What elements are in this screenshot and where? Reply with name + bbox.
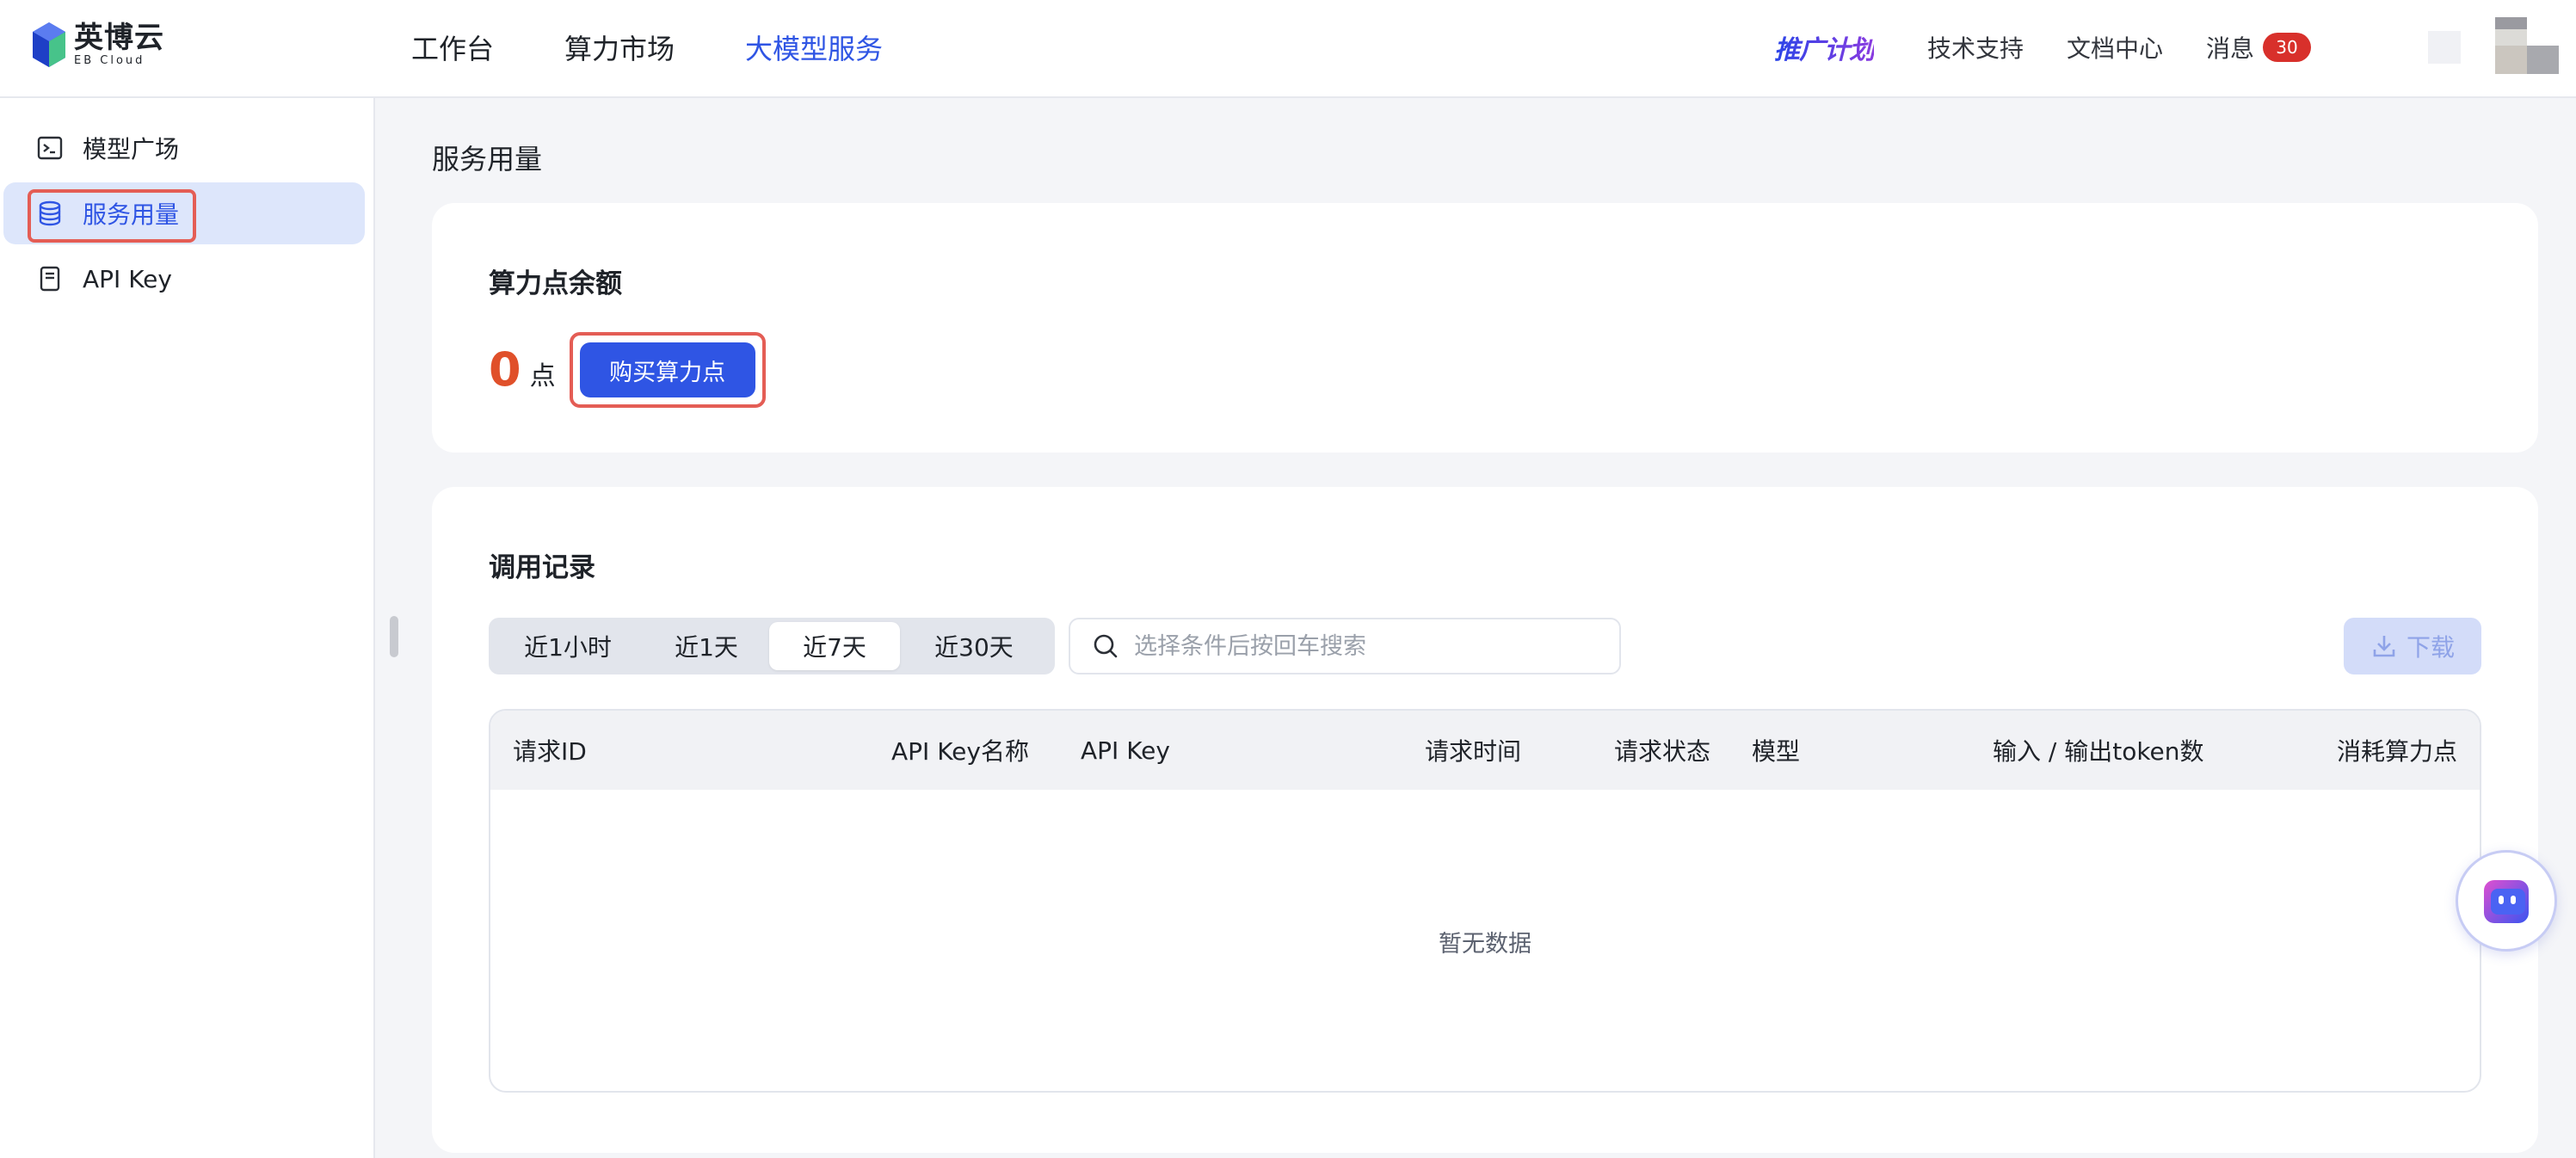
robot-icon (2484, 880, 2529, 923)
assistant-bot-button[interactable] (2456, 850, 2557, 952)
column-model: 模型 (1752, 737, 1801, 766)
placeholder-icon[interactable] (2428, 31, 2461, 64)
nav-llm-service[interactable]: 大模型服务 (745, 28, 883, 67)
support-link[interactable]: 技术支持 (1927, 30, 2024, 65)
balance-title: 算力点余额 (489, 268, 622, 299)
table-header: 请求ID API Key名称 API Key 请求时间 请求状态 模型 输入 /… (490, 711, 2480, 790)
database-icon (36, 200, 64, 227)
sidebar-item-label: 服务用量 (83, 200, 180, 229)
key-card-icon (36, 265, 64, 293)
records-title: 调用记录 (489, 552, 595, 583)
download-icon (2370, 632, 2398, 660)
sidebar-item-label: 模型广场 (83, 135, 180, 163)
column-api-key: API Key (1081, 736, 1170, 765)
download-label: 下载 (2406, 633, 2455, 662)
column-request-status: 请求状态 (1614, 737, 1711, 766)
page-title: 服务用量 (432, 143, 543, 176)
sidebar-item-model-square[interactable]: 模型广场 (0, 117, 365, 179)
sidebar: 模型广场 服务用量 API Key (0, 98, 375, 1158)
empty-state: 暂无数据 (1439, 930, 1531, 958)
buy-button-highlight: 购买算力点 (569, 332, 766, 408)
sidebar-item-service-usage[interactable]: 服务用量 (3, 182, 365, 244)
avatar[interactable] (2495, 17, 2559, 74)
balance-unit: 点 (529, 361, 556, 391)
balance-row: 0 点 购买算力点 (489, 332, 766, 408)
column-api-key-name: API Key名称 (891, 737, 1029, 766)
sidebar-resize-handle[interactable] (390, 616, 398, 657)
sidebar-item-label: API Key (83, 264, 172, 293)
buy-compute-button[interactable]: 购买算力点 (579, 342, 755, 397)
top-navbar: 英博云 EB Cloud 工作台 算力市场 大模型服务 推广计划 技术支持 文档… (0, 0, 2576, 98)
balance-card: 算力点余额 0 点 购买算力点 (432, 203, 2538, 453)
message-count-badge: 30 (2263, 33, 2311, 62)
top-right-links: 推广计划 技术支持 文档中心 消息 30 (1774, 0, 2576, 95)
nav-compute-market[interactable]: 算力市场 (564, 28, 675, 67)
brand-logo[interactable]: 英博云 EB Cloud (31, 21, 164, 69)
download-button[interactable]: 下载 (2344, 618, 2481, 674)
range-1-hour[interactable]: 近1小时 (492, 622, 644, 670)
promo-link[interactable]: 推广计划 (1774, 28, 1875, 66)
messages-link[interactable]: 消息 30 (2206, 30, 2311, 65)
column-request-time: 请求时间 (1425, 737, 1522, 766)
balance-value: 0 (489, 342, 521, 397)
range-30-days[interactable]: 近30天 (900, 622, 1048, 670)
brand-logo-icon (33, 22, 65, 67)
brand-name: 英博云 (74, 21, 164, 55)
range-7-days[interactable]: 近7天 (769, 622, 900, 670)
time-range-selector: 近1小时 近1天 近7天 近30天 (489, 618, 1055, 674)
docs-link[interactable]: 文档中心 (2067, 30, 2163, 65)
search-input[interactable] (1132, 631, 1600, 661)
terminal-icon (36, 134, 64, 162)
brand-name-en: EB Cloud (74, 54, 145, 67)
search-icon (1091, 631, 1120, 661)
records-table: 请求ID API Key名称 API Key 请求时间 请求状态 模型 输入 /… (489, 709, 2481, 1093)
search-box (1069, 618, 1621, 674)
sidebar-item-api-key[interactable]: API Key (0, 248, 365, 310)
range-1-day[interactable]: 近1天 (644, 622, 769, 670)
column-compute-cost: 消耗算力点 (2337, 737, 2458, 766)
main-nav: 工作台 算力市场 大模型服务 (411, 0, 953, 95)
records-card: 调用记录 近1小时 近1天 近7天 近30天 下载 请求ID API Key名称… (432, 487, 2538, 1153)
messages-label: 消息 (2205, 34, 2254, 63)
nav-workbench[interactable]: 工作台 (411, 28, 494, 67)
column-request-id: 请求ID (513, 737, 587, 766)
column-token-count: 输入 / 输出token数 (1993, 737, 2204, 766)
